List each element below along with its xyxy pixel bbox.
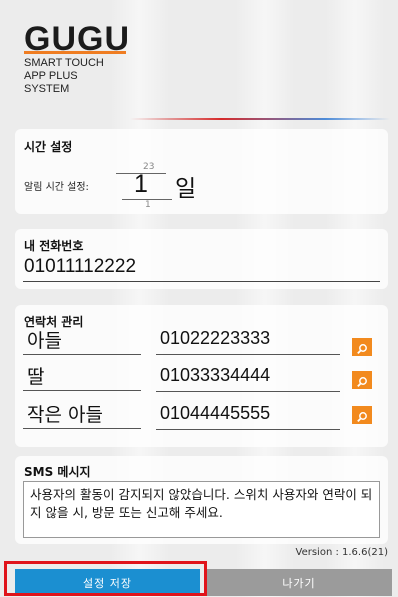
contact-number-underline bbox=[156, 391, 340, 392]
app-tagline: SMART TOUCH APP PLUS SYSTEM bbox=[24, 57, 184, 96]
app-header: GUGU SMART TOUCH APP PLUS SYSTEM bbox=[0, 0, 398, 135]
contact-number-underline bbox=[156, 429, 340, 430]
alarm-time-label: 알림 시간 설정: bbox=[24, 182, 89, 193]
picker-current-value[interactable]: 1 bbox=[134, 170, 148, 199]
contact-name-input[interactable]: 딸 bbox=[27, 362, 44, 389]
sms-message-title: SMS 메시지 bbox=[24, 465, 91, 479]
sms-message-card: SMS 메시지 사용자의 활동이 감지되지 않았습니다. 스위치 사용자와 연락… bbox=[15, 456, 388, 544]
my-phone-card: 내 전화번호 01011112222 bbox=[15, 229, 388, 289]
time-setting-card: 시간 설정 알림 시간 설정: 23 1 일 1 bbox=[15, 129, 388, 214]
contact-name-underline bbox=[23, 354, 141, 355]
tagline-line-2: APP PLUS bbox=[24, 70, 78, 82]
contact-name-input[interactable]: 아들 bbox=[27, 326, 62, 353]
my-phone-underline bbox=[23, 281, 380, 282]
header-divider bbox=[130, 118, 390, 120]
contact-search-button[interactable] bbox=[352, 371, 372, 389]
tagline-line-3: SYSTEM bbox=[24, 83, 70, 95]
contact-search-button[interactable] bbox=[352, 406, 372, 424]
contact-number-input[interactable]: 01022223333 bbox=[160, 328, 270, 349]
exit-button[interactable]: 나가기 bbox=[206, 569, 392, 596]
contact-name-input[interactable]: 작은 아들 bbox=[27, 400, 103, 427]
logo-underline bbox=[24, 51, 126, 54]
contact-search-button[interactable] bbox=[352, 338, 372, 356]
contact-number-underline bbox=[156, 354, 340, 355]
picker-next-value[interactable]: 1 bbox=[145, 200, 151, 210]
time-setting-title: 시간 설정 bbox=[24, 140, 73, 154]
search-icon bbox=[357, 411, 367, 422]
my-phone-input[interactable]: 01011112222 bbox=[24, 256, 136, 278]
contact-name-underline bbox=[23, 390, 141, 391]
version-label: Version : 1.6.6(21) bbox=[295, 547, 388, 558]
picker-unit-label: 일 bbox=[175, 176, 197, 202]
contact-number-input[interactable]: 01033334444 bbox=[160, 365, 270, 386]
tagline-line-1: SMART TOUCH bbox=[24, 57, 104, 69]
sms-message-textarea[interactable]: 사용자의 활동이 감지되지 않았습니다. 스위치 사용자와 연락이 되지 않을 … bbox=[23, 481, 380, 538]
save-settings-button[interactable]: 설정 저장 bbox=[15, 569, 200, 596]
search-icon bbox=[357, 376, 367, 387]
contact-number-input[interactable]: 01044445555 bbox=[160, 403, 270, 424]
search-icon bbox=[357, 343, 367, 354]
my-phone-title: 내 전화번호 bbox=[24, 239, 84, 253]
contacts-card: 연락처 관리 아들 01022223333 딸 01033334444 작은 아… bbox=[15, 305, 388, 447]
contact-name-underline bbox=[23, 428, 141, 429]
